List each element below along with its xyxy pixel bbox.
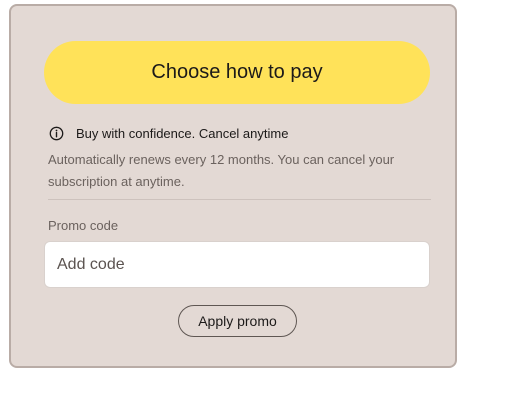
divider	[48, 199, 431, 200]
info-icon	[49, 126, 64, 141]
apply-promo-button[interactable]: Apply promo	[178, 305, 297, 337]
confidence-text: Buy with confidence. Cancel anytime	[76, 125, 289, 141]
confidence-notice: Buy with confidence. Cancel anytime	[49, 124, 288, 142]
promo-code-label: Promo code	[48, 218, 119, 233]
payment-card: Choose how to pay Buy with confidence. C…	[9, 4, 457, 368]
renewal-description: Automatically renews every 12 months. Yo…	[48, 152, 395, 189]
choose-how-to-pay-button[interactable]: Choose how to pay	[44, 41, 430, 104]
promo-code-input[interactable]	[44, 241, 430, 288]
